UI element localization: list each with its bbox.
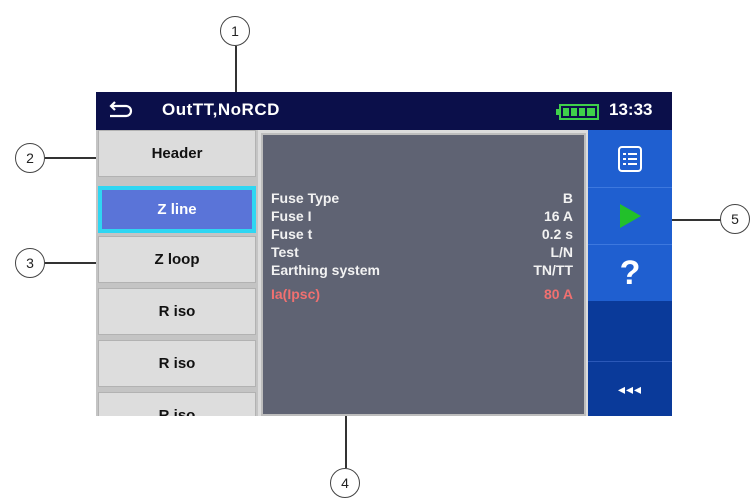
- parameter-value: 0.2 s: [541, 226, 573, 242]
- result-label: Ia(Ipsc): [271, 286, 321, 302]
- list-item-r-iso[interactable]: R iso: [98, 392, 256, 416]
- parameter-row-fuse-type[interactable]: Fuse Type B: [271, 190, 573, 208]
- callout-5: 5: [720, 204, 750, 234]
- list-item-header[interactable]: Header: [98, 130, 256, 177]
- list-options-icon: [618, 145, 642, 172]
- callout-2: 2: [15, 143, 45, 173]
- parameter-label: Fuse t: [271, 226, 313, 242]
- result-value: 80 A: [543, 286, 573, 302]
- list-item-label: Header: [151, 145, 203, 162]
- parameter-row-earthing-system[interactable]: Earthing system TN/TT: [271, 262, 573, 280]
- help-icon: ?: [619, 254, 641, 292]
- callout-4: 4: [330, 468, 360, 498]
- options-button[interactable]: [588, 130, 672, 188]
- parameter-value: B: [562, 190, 573, 206]
- parameter-row-test[interactable]: Test L/N: [271, 244, 573, 262]
- list-item-label: R iso: [158, 355, 196, 372]
- list-item-label: Z loop: [154, 251, 200, 268]
- clock: 13:33: [609, 100, 653, 119]
- result-row-ia-ipsc: Ia(Ipsc) 80 A: [271, 286, 573, 304]
- parameter-value: L/N: [550, 244, 573, 260]
- callout-1: 1: [220, 16, 250, 46]
- title-bar: OutTT,NoRCD 13:33: [96, 92, 672, 130]
- more-button[interactable]: ◂◂◂: [588, 362, 672, 416]
- battery-icon: [556, 104, 599, 120]
- list-item-label: R iso: [158, 303, 196, 320]
- list-item-label: R iso: [158, 407, 196, 416]
- more-arrows-icon: ◂◂◂: [617, 380, 643, 397]
- instrument-screen: OutTT,NoRCD 13:33 Header Z line Z loop R…: [96, 92, 672, 416]
- play-icon: [620, 204, 641, 228]
- callout-3: 3: [15, 248, 45, 278]
- test-parameters-panel: Fuse Type B Fuse I 16 A Fuse t 0.2 s Tes…: [261, 133, 586, 416]
- list-item-r-iso[interactable]: R iso: [98, 340, 256, 387]
- parameter-label: Earthing system: [271, 262, 380, 278]
- parameter-label: Test: [271, 244, 299, 260]
- test-list: Header Z line Z loop R iso R iso R iso: [96, 130, 258, 416]
- parameter-row-fuse-t[interactable]: Fuse t 0.2 s: [271, 226, 573, 244]
- parameter-row-fuse-i[interactable]: Fuse I 16 A: [271, 208, 573, 226]
- list-item-label: Z line: [157, 201, 197, 218]
- parameter-label: Fuse Type: [271, 190, 340, 206]
- back-arrow-icon[interactable]: [108, 98, 134, 122]
- list-item-z-loop[interactable]: Z loop: [98, 236, 256, 283]
- parameter-value: TN/TT: [533, 262, 573, 278]
- parameter-label: Fuse I: [271, 208, 312, 224]
- start-test-button[interactable]: [588, 188, 672, 245]
- help-button[interactable]: ?: [588, 245, 672, 301]
- list-item-r-iso[interactable]: R iso: [98, 288, 256, 335]
- right-toolbar: ? ◂◂◂: [588, 130, 672, 416]
- list-item-z-line[interactable]: Z line: [98, 186, 256, 233]
- page-title: OutTT,NoRCD: [162, 100, 280, 119]
- toolbar-empty-slot: [588, 301, 672, 362]
- parameter-value: 16 A: [543, 208, 573, 224]
